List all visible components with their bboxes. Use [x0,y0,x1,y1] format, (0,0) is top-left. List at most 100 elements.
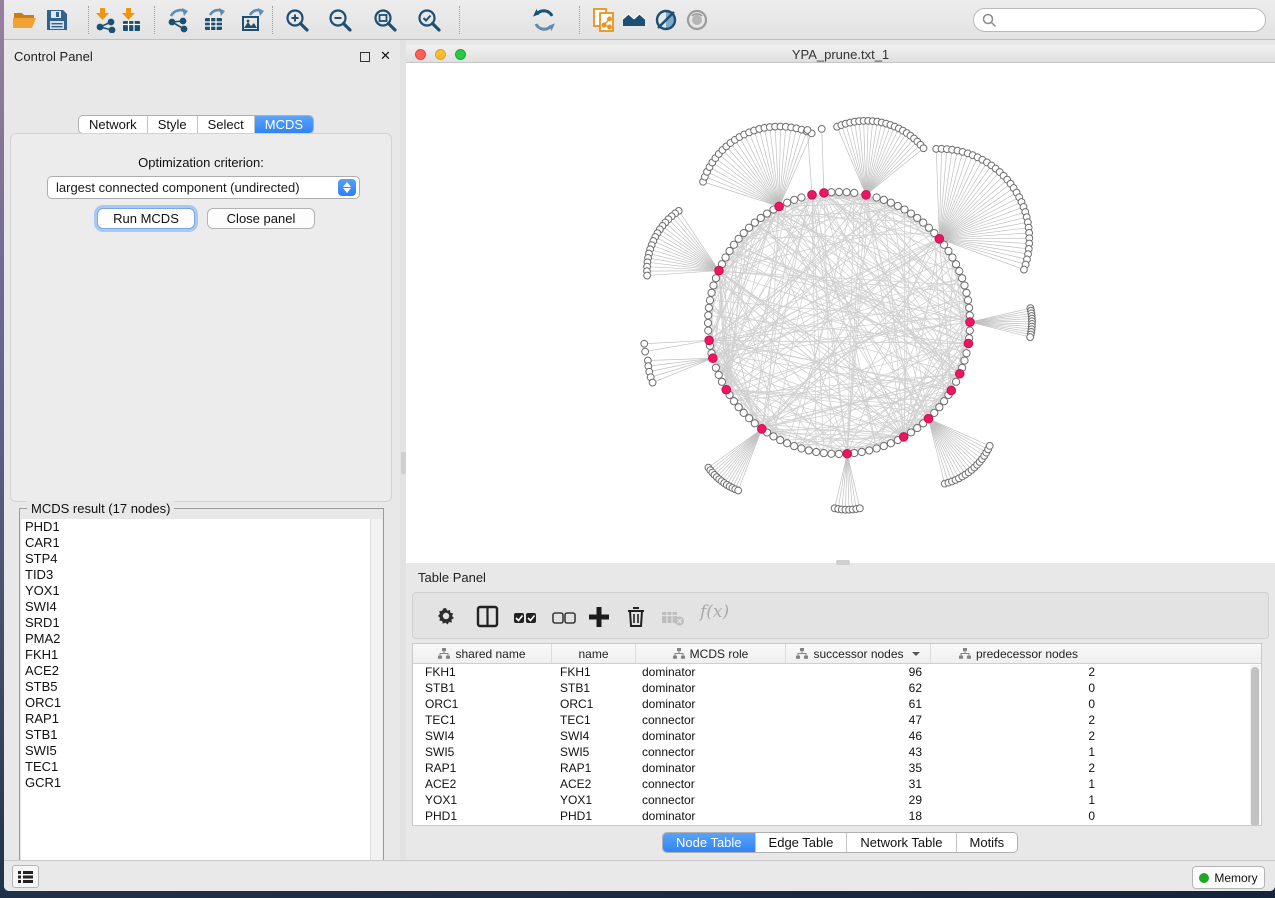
cell: ORC1 [552,696,636,712]
close-panel-button[interactable]: Close panel [207,208,315,229]
column-header-mcds-role[interactable]: MCDS role [636,644,786,663]
import-network-icon[interactable] [92,7,118,33]
tab-node-table[interactable]: Node Table [663,833,756,852]
tab-motifs[interactable]: Motifs [957,833,1018,852]
run-mcds-button[interactable]: Run MCDS [97,208,195,229]
columns-icon[interactable] [476,605,500,629]
table-row[interactable]: RAP1RAP1dominator352 [413,760,1261,776]
table-row[interactable]: SWI5SWI5connector431 [413,744,1261,760]
table-row[interactable]: STB1STB1dominator620 [413,680,1261,696]
task-history-button[interactable] [12,865,39,888]
column-label: shared name [455,647,525,661]
close-panel-icon[interactable]: ✕ [380,48,391,64]
mcds-result-item[interactable]: SRD1 [21,615,382,631]
cell: ACE2 [413,776,552,792]
cell: 1 [931,776,1106,792]
tab-network-table[interactable]: Network Table [847,833,956,852]
tab-mcds[interactable]: MCDS [255,116,313,133]
export-network-icon[interactable] [166,7,192,33]
mcds-result-item[interactable]: CAR1 [21,535,382,551]
mcds-result-item[interactable]: FKH1 [21,647,382,663]
network-canvas[interactable] [406,63,1275,563]
cell: STB1 [552,680,636,696]
cell: TEC1 [552,712,636,728]
mcds-result-item[interactable]: TEC1 [21,759,382,775]
zoom-in-icon[interactable] [284,7,310,33]
refresh-icon[interactable] [531,7,557,33]
table-row[interactable]: SWI4SWI4dominator462 [413,728,1261,744]
optimization-criterion-label: Optimization criterion: [11,155,391,170]
mcds-result-item[interactable]: SWI5 [21,743,382,759]
deselect-all-rows-icon[interactable] [551,605,575,629]
table-row[interactable]: ORC1ORC1dominator610 [413,696,1261,712]
control-panel: Control Panel ✕ NetworkStyleSelectMCDS O… [4,40,400,860]
mcds-result-item[interactable]: RAP1 [21,711,382,727]
zoom-out-icon[interactable] [327,7,353,33]
export-table-icon[interactable] [202,7,228,33]
cell: connector [636,792,786,808]
tab-network[interactable]: Network [79,116,148,133]
table-panel-title: Table Panel [418,570,486,585]
cell: dominator [636,760,786,776]
column-header-successor-nodes[interactable]: successor nodes [786,644,931,663]
hide-selected-icon[interactable] [653,7,679,33]
cell: dominator [636,728,786,744]
mcds-result-item[interactable]: ORC1 [21,695,382,711]
mcds-result-scrollbar[interactable] [370,519,382,877]
column-header-predecessor-nodes[interactable]: predecessor nodes [931,644,1106,663]
column-header-shared-name[interactable]: shared name [413,644,552,663]
app-window: Control Panel ✕ NetworkStyleSelectMCDS O… [4,0,1275,891]
show-selected-icon[interactable] [684,7,710,33]
table-row[interactable]: YOX1YOX1connector291 [413,792,1261,808]
table-row[interactable]: ACE2ACE2connector311 [413,776,1261,792]
column-label: name [578,647,608,661]
column-header-name[interactable]: name [552,644,636,663]
zoom-selected-icon[interactable] [416,7,442,33]
delete-table-icon[interactable] [660,605,684,629]
search-input[interactable] [997,10,1265,30]
cell: YOX1 [552,792,636,808]
mcds-result-item[interactable]: YOX1 [21,583,382,599]
zoom-fit-icon[interactable] [372,7,398,33]
export-image-icon[interactable] [240,7,266,33]
tab-style[interactable]: Style [148,116,198,133]
splitter-grip[interactable] [401,452,406,474]
tab-edge-table[interactable]: Edge Table [756,833,848,852]
import-table-icon[interactable] [118,7,144,33]
table-scrollbar-thumb[interactable] [1251,667,1259,826]
delete-rows-icon[interactable] [624,605,648,629]
toolbar-separator [88,6,89,34]
add-row-icon[interactable] [587,605,611,629]
cell: 31 [786,776,931,792]
mcds-result-item[interactable]: PHD1 [21,519,382,535]
mcds-result-item[interactable]: STB5 [21,679,382,695]
open-file-icon[interactable] [12,7,38,33]
mcds-result-item[interactable]: SWI4 [21,599,382,615]
mcds-result-item[interactable]: TID3 [21,567,382,583]
column-label: predecessor nodes [976,647,1078,661]
table-settings-icon[interactable] [435,605,459,629]
function-builder-icon[interactable]: f(x) [700,602,724,626]
mcds-result-item[interactable]: STB1 [21,727,382,743]
memory-button[interactable]: Memory [1192,866,1265,889]
table-row[interactable]: TEC1TEC1connector472 [413,712,1261,728]
table-panel-tabs: Node TableEdge TableNetwork TableMotifs [662,832,1018,853]
tab-select[interactable]: Select [198,116,255,133]
table-scrollbar[interactable] [1250,665,1260,824]
duplicate-network-icon[interactable] [591,7,617,33]
toolbar-separator [272,6,273,34]
optimization-criterion-select[interactable]: largest connected component (undirected) [47,176,360,199]
mcds-result-item[interactable]: PMA2 [21,631,382,647]
save-session-icon[interactable] [44,7,70,33]
select-all-rows-icon[interactable] [512,605,536,629]
mcds-result-item[interactable]: STP4 [21,551,382,567]
float-panel-icon[interactable] [360,52,370,62]
show-all-networks-icon[interactable] [621,7,647,33]
mcds-result-item[interactable]: ACE2 [21,663,382,679]
mcds-result-item[interactable]: GCR1 [21,775,382,791]
table-row[interactable]: PHD1PHD1dominator180 [413,808,1261,824]
table-row[interactable]: FKH1FKH1dominator962 [413,664,1261,680]
horizontal-splitter-grip[interactable] [836,560,850,565]
memory-label: Memory [1214,871,1257,885]
cell: 0 [931,696,1106,712]
